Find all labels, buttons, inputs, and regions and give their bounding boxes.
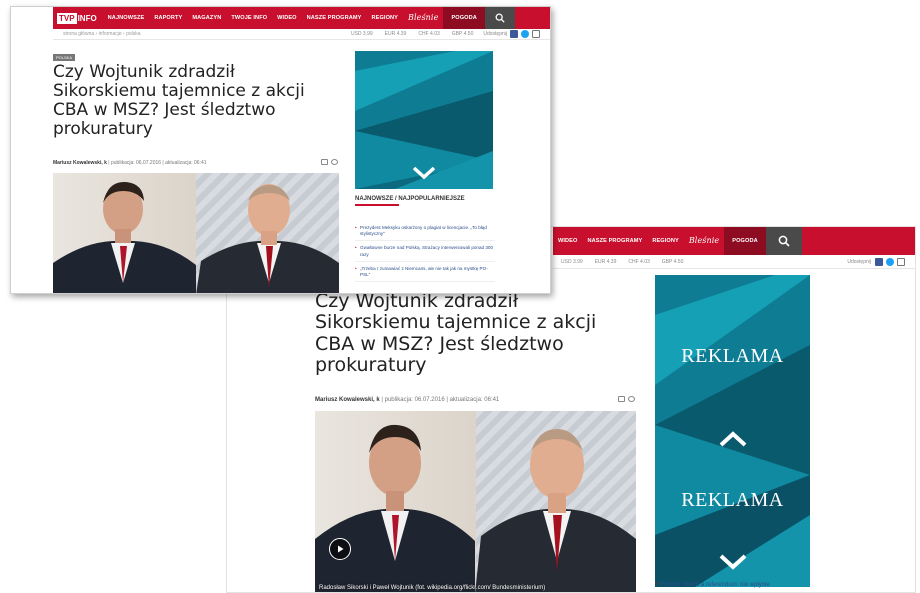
article-photo [53, 173, 339, 293]
play-video-button[interactable] [329, 538, 351, 560]
nav-item-pogoda[interactable]: POGODA [724, 227, 766, 255]
ticker-usd: USD 3.99 [350, 31, 373, 37]
person-wojtunik [475, 429, 636, 592]
search-icon [778, 235, 790, 247]
news-heading-text[interactable]: NAJNOWSZE / NAJPOPULARNIEJSZE [355, 196, 465, 202]
ticker-usd: USD 3.99 [561, 258, 583, 265]
nav-item-script[interactable]: Bleśnie [684, 227, 724, 255]
nav-item-regiony[interactable]: REGIONY [647, 227, 684, 255]
article-title: Czy Wojtunik zdradził Sikorskiemu tajemn… [53, 62, 305, 140]
currency-tickers: USD 3.99 EUR 4.39 CHF 4.03 GBP 4.50 [561, 259, 683, 265]
person-sikorski [315, 424, 475, 592]
play-icon [338, 545, 344, 553]
ticker-eur: EUR 4.39 [384, 31, 407, 37]
list-item[interactable]: Gwałtowne burze nad Polską. Strażacy int… [355, 245, 495, 262]
search-icon [495, 13, 505, 23]
advertisement-banner[interactable] [355, 51, 493, 189]
ad-label-top: REKLAMA [681, 345, 784, 367]
email-icon[interactable] [321, 159, 328, 165]
updated-time: aktualizacja: 06:41 [165, 160, 207, 166]
breadcrumb[interactable]: strona główna › informacje › polska [63, 31, 141, 37]
photo-caption: Radosław Sikorski i Paweł Wojtunik (fot.… [319, 585, 546, 591]
article-meta: Mariusz Kowalewski, k | publikacja: 06.0… [53, 160, 207, 166]
logo-tvp-text: TVP [57, 12, 77, 24]
social-links [510, 30, 540, 38]
news-list: Prezydent Meksyku oskarżony o plagiat w … [355, 225, 495, 286]
ticker-chf: CHF 4.03 [628, 258, 650, 265]
top-navigation: TVP INFO NAJNOWSZE RAPORTY MAGAZYN TWOJE… [53, 7, 550, 29]
chevron-down-icon[interactable] [718, 553, 748, 571]
ad-label-bottom: REKLAMA [681, 489, 784, 511]
chevron-down-icon[interactable] [411, 165, 437, 181]
nav-item-twoje-info[interactable]: TWOJE INFO [226, 7, 272, 29]
original-screenshot: TVP INFO NAJNOWSZE RAPORTY MAGAZYN TWOJE… [10, 6, 551, 294]
twitter-icon[interactable] [521, 30, 529, 38]
author[interactable]: Mariusz Kowalewski, k [315, 397, 380, 403]
twitter-icon[interactable] [886, 257, 894, 266]
nav-item-raporty[interactable]: RAPORTY [149, 7, 187, 29]
author[interactable]: Mariusz Kowalewski, k [53, 160, 107, 166]
advertisement-banner[interactable]: REKLAMA REKLAMA [655, 275, 810, 587]
search-button[interactable] [765, 227, 802, 255]
market-subbar: USD 3.99 EUR 4.39 CHF 4.03 GBP 4.50 Udos… [553, 255, 915, 269]
share-label: Udostępnij [483, 31, 507, 37]
ticker-gbp: GBP 4.50 [661, 258, 684, 265]
person-sikorski [53, 181, 196, 293]
print-icon[interactable] [628, 396, 635, 402]
ticker-chf: CHF 4.03 [418, 31, 440, 37]
email-icon[interactable] [618, 396, 625, 402]
nav-item-nasze-programy[interactable]: NASZE PROGRAMY [582, 227, 647, 255]
search-button[interactable] [484, 7, 515, 29]
print-icon[interactable] [331, 159, 338, 165]
currency-tickers: USD 3.99 EUR 4.39 CHF 4.03 GBP 4.50 [351, 31, 473, 37]
person-wojtunik [196, 184, 339, 293]
article-tools [321, 159, 338, 165]
mail-icon[interactable] [532, 30, 540, 38]
nav-item-magazyn[interactable]: MAGAZYN [187, 7, 226, 29]
top-navigation: WIDEO NASZE PROGRAMY REGIONY Bleśnie POG… [553, 227, 915, 255]
list-item[interactable]: Prezydent Meksyku oskarżony o plagiat w … [355, 225, 495, 242]
nav-item-regiony[interactable]: REGIONY [367, 7, 404, 29]
article-meta: Mariusz Kowalewski, k | publikacja: 06.0… [315, 397, 500, 403]
updated-time: aktualizacja: 06:41 [449, 397, 500, 403]
list-item[interactable]: „Trzeba r zumawiać z Niemcami, ale nie t… [355, 266, 495, 283]
nav-item-pogoda[interactable]: POGODA [443, 7, 485, 29]
tvp-info-logo[interactable]: TVP INFO [53, 7, 103, 29]
nav-item-wideo[interactable]: WIDEO [553, 227, 582, 255]
published-date: publikacja: 06.07.2016 [384, 397, 445, 403]
mail-icon[interactable] [897, 257, 905, 266]
market-subbar: strona główna › informacje › polska USD … [53, 29, 550, 40]
nav-item-nasze-programy[interactable]: NASZE PROGRAMY [302, 7, 367, 29]
nav-item-script[interactable]: Bleśnie [403, 7, 443, 29]
share-label: Udostępnij [847, 258, 871, 265]
category-badge[interactable]: POLSKA [53, 54, 76, 61]
article-title: Czy Wojtunik zdradził Sikorskiemu tajemn… [315, 290, 597, 376]
ticker-eur: EUR 4.39 [594, 258, 617, 265]
article-tools [618, 396, 635, 402]
facebook-icon[interactable] [875, 257, 883, 266]
chevron-up-icon[interactable] [718, 430, 748, 448]
ticker-gbp: GBP 4.50 [451, 31, 474, 37]
nav-item-wideo[interactable]: WIDEO [272, 7, 301, 29]
facebook-icon[interactable] [510, 30, 518, 38]
nav-item-najnowsze[interactable]: NAJNOWSZE [103, 7, 150, 29]
logo-info-text: INFO [77, 13, 97, 23]
published-date: publikacja: 06.07.2016 [111, 160, 162, 166]
news-item-partial[interactable]: Premier Włoch a referendum: nie wpłynie [655, 581, 815, 592]
article-photo: Radosław Sikorski i Paweł Wojtunik (fot.… [315, 411, 636, 592]
social-links [875, 257, 905, 266]
heading-underline [355, 204, 399, 206]
news-list-heading: NAJNOWSZE / NAJPOPULARNIEJSZE [355, 196, 465, 206]
